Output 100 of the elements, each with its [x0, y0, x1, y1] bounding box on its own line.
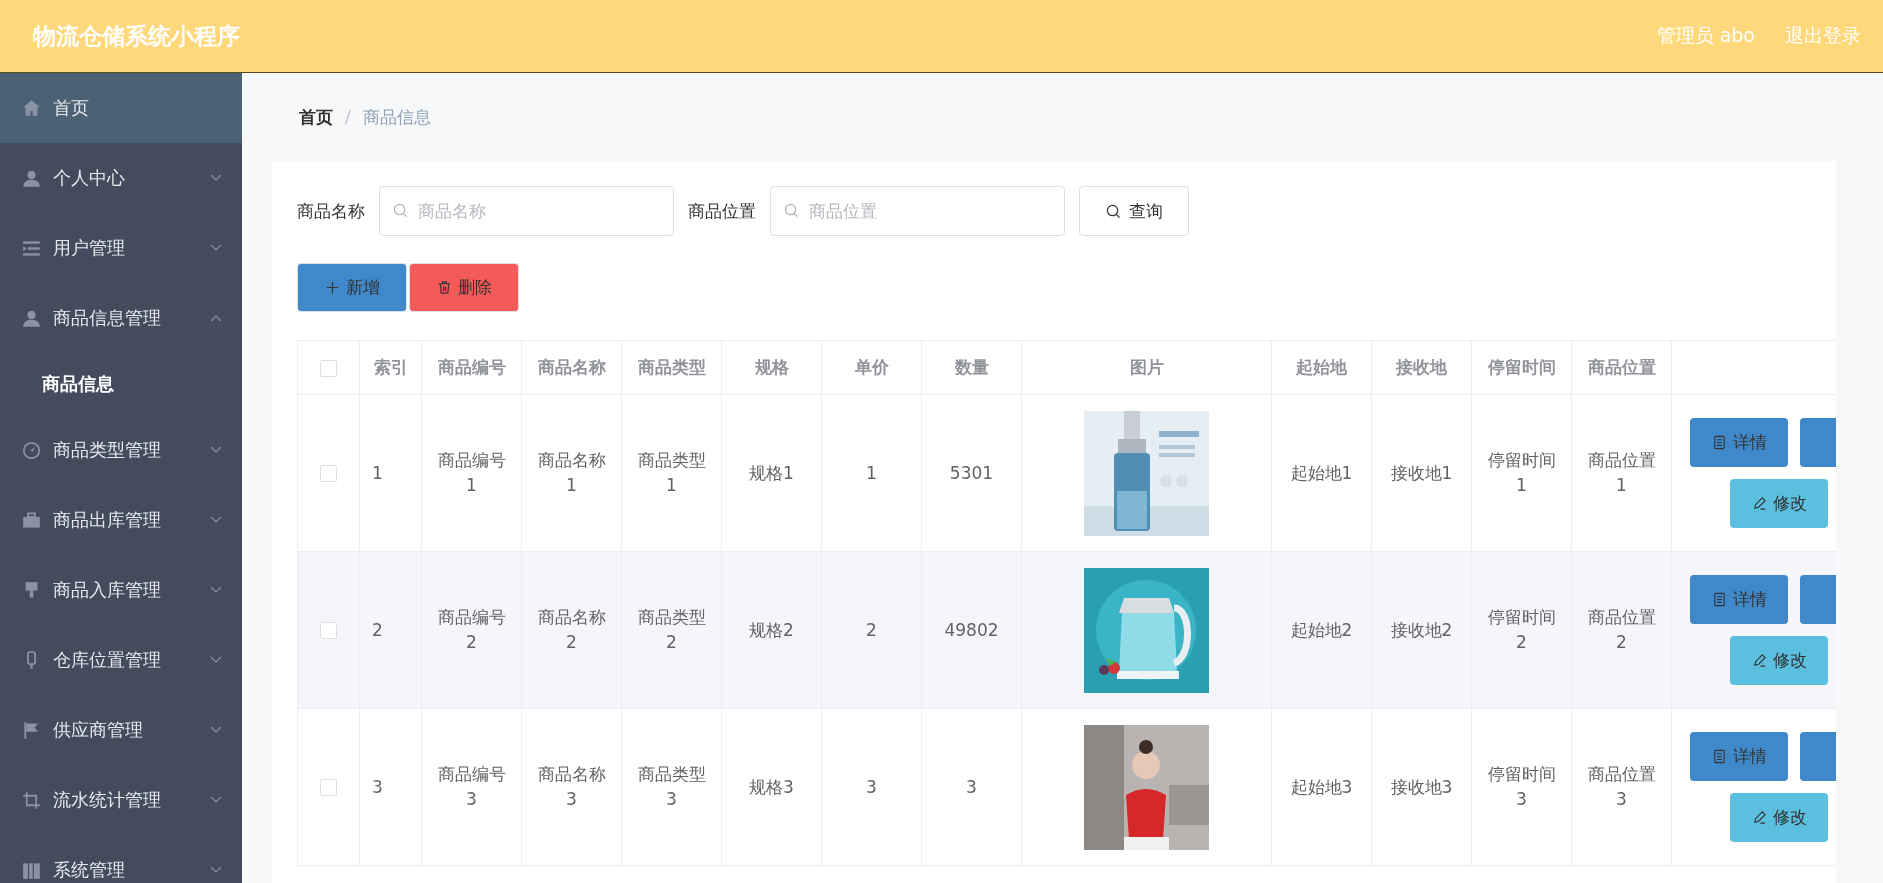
menu-item[interactable]: 流水统计管理 [0, 765, 242, 835]
table-cell: 规格2 [721, 551, 822, 709]
table-cell: 起始地1 [1271, 394, 1372, 552]
user-icon [22, 308, 41, 328]
field-label: 商品名称 [297, 199, 365, 223]
table-cell: 起始地3 [1271, 708, 1372, 866]
document-icon [1711, 749, 1727, 764]
checkbox[interactable] [320, 360, 337, 377]
list-icon [22, 238, 41, 258]
table-cell: 3 [359, 708, 422, 866]
column-header: 单价 [821, 340, 922, 395]
search-field[interactable]: 商品名称 [379, 186, 674, 236]
table-cell: 商品位置3 [1571, 708, 1672, 866]
chevron-down-icon [210, 516, 222, 524]
table-cell: 商品位置1 [1571, 394, 1672, 552]
table-cell: 2 [821, 551, 922, 709]
chevron-up-icon [210, 314, 222, 322]
crop-icon [22, 790, 41, 810]
menu-item[interactable]: 商品入库管理 [0, 555, 242, 625]
breadcrumb-separator: / [345, 107, 351, 127]
menu-item[interactable]: 仓库位置管理 [0, 625, 242, 695]
chevron-down-icon [210, 656, 222, 664]
column-header: 停留时间 [1471, 340, 1572, 395]
column-header: 规格 [721, 340, 822, 395]
column-header: 接收地 [1371, 340, 1472, 395]
table-cell: 1 [359, 394, 422, 552]
pencil-icon [1751, 653, 1767, 668]
menu-item[interactable]: 供应商管理 [0, 695, 242, 765]
table-cell: 停留时间2 [1471, 551, 1572, 709]
table-cell: 3 [821, 708, 922, 866]
table-cell: 49802 [921, 551, 1022, 709]
edit-button[interactable]: 修改 [1730, 479, 1828, 528]
table-cell: 停留时间1 [1471, 394, 1572, 552]
delete-button[interactable]: 删除 [409, 263, 519, 312]
column-header: 商品位置 [1571, 340, 1672, 395]
table-cell: 3 [921, 708, 1022, 866]
checkbox[interactable] [320, 779, 337, 797]
user-label: 管理员 abo [1656, 23, 1755, 48]
table-cell: 起始地2 [1271, 551, 1372, 709]
table-cell: 商品位置2 [1571, 551, 1672, 709]
column-header: 起始地 [1271, 340, 1372, 395]
table-cell: 商品名称2 [521, 551, 622, 709]
column-header: 数量 [921, 340, 1022, 395]
user-icon [22, 168, 41, 188]
table-cell: 接收地3 [1371, 708, 1472, 866]
table-cell: 停留时间3 [1471, 708, 1572, 866]
search-icon [784, 203, 799, 218]
table-cell: 商品类型1 [621, 394, 722, 552]
submenu-item[interactable]: 商品信息 [0, 353, 242, 415]
briefcase-icon [22, 510, 41, 530]
column-header: 图片 [1021, 340, 1272, 395]
checkbox[interactable] [320, 622, 337, 640]
pencil-icon [1751, 810, 1767, 825]
chevron-down-icon [210, 866, 222, 874]
chevron-down-icon [210, 796, 222, 804]
table-cell: 接收地2 [1371, 551, 1472, 709]
chevron-down-icon [210, 586, 222, 594]
search-field[interactable]: 商品位置 [770, 186, 1065, 236]
column-header: 商品类型 [621, 340, 722, 395]
table-cell: 商品名称3 [521, 708, 622, 866]
document-icon [1711, 592, 1727, 607]
home-icon [22, 98, 41, 118]
chevron-down-icon [210, 446, 222, 454]
menu-item[interactable]: 商品信息管理 [0, 283, 242, 353]
compass-icon [22, 440, 41, 460]
search-icon [393, 203, 408, 218]
column-header: 商品名称 [521, 340, 622, 395]
table-cell: 商品编号1 [421, 394, 522, 552]
pencil-icon [1751, 496, 1767, 511]
table-cell: 5301 [921, 394, 1022, 552]
search-icon [1105, 203, 1121, 219]
field-label: 商品位置 [688, 199, 756, 223]
table-cell: 2 [359, 551, 422, 709]
breadcrumb-link[interactable]: 首页 [299, 105, 333, 129]
menu-item[interactable]: 首页 [0, 73, 242, 143]
menu-item[interactable]: 商品类型管理 [0, 415, 242, 485]
chevron-down-icon [210, 726, 222, 734]
table-cell: 商品编号2 [421, 551, 522, 709]
trash-icon [436, 280, 452, 295]
table-cell: 商品名称1 [521, 394, 622, 552]
chevron-down-icon [210, 244, 222, 252]
app-title: 物流仓储系统小程序 [33, 21, 240, 51]
table-cell: 1 [821, 394, 922, 552]
search-button[interactable]: 查询 [1079, 186, 1189, 236]
flag-icon [22, 720, 41, 740]
checkbox[interactable] [320, 465, 337, 483]
plus-icon [324, 280, 340, 295]
edit-button[interactable]: 修改 [1730, 793, 1828, 842]
menu-item[interactable]: 个人中心 [0, 143, 242, 213]
menu-item[interactable]: 用户管理 [0, 213, 242, 283]
column-header: 商品编号 [421, 340, 522, 395]
edit-button[interactable]: 修改 [1730, 636, 1828, 685]
menu-item[interactable]: 系统管理 [0, 835, 242, 883]
column-header: 索引 [359, 340, 422, 395]
books-icon [22, 860, 41, 880]
table-cell: 商品编号3 [421, 708, 522, 866]
document-icon [1711, 435, 1727, 450]
table-cell: 规格3 [721, 708, 822, 866]
menu-item[interactable]: 商品出库管理 [0, 485, 242, 555]
table-cell: 规格1 [721, 394, 822, 552]
